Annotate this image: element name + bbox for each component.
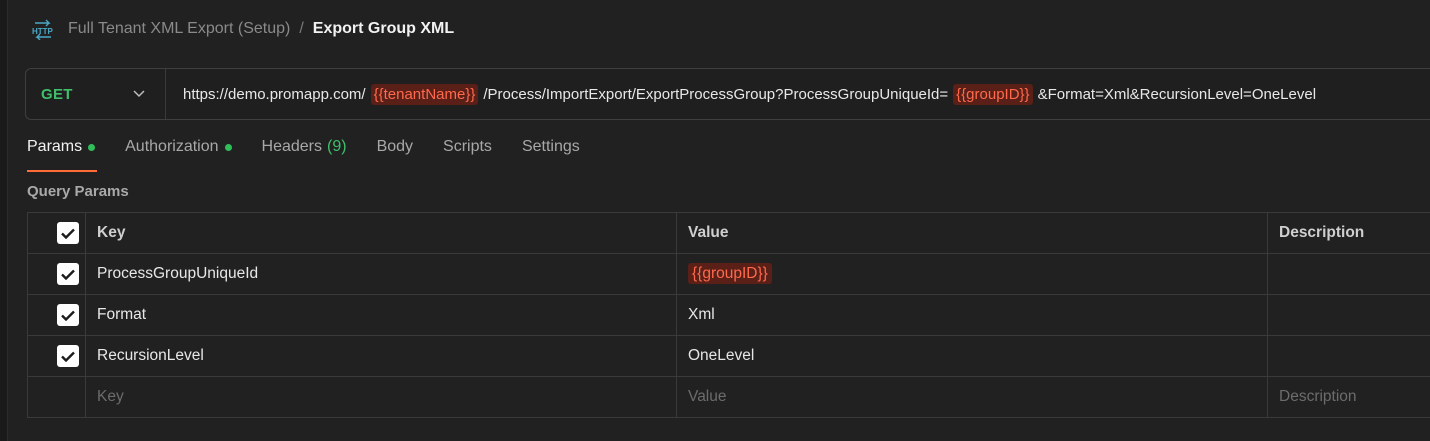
value-column-header: Value xyxy=(676,212,1268,254)
request-title[interactable]: Export Group XML xyxy=(313,20,454,38)
url-segment: &Format=Xml&RecursionLevel=OneLevel xyxy=(1037,85,1317,103)
tab-settings-label: Settings xyxy=(521,138,580,155)
http-icon: HTTP xyxy=(30,16,56,42)
checkmark-icon xyxy=(61,269,75,280)
url-bar: GET https://demo.promapp.com/ {{tenantNa… xyxy=(25,68,1430,120)
tab-headers-label: Headers xyxy=(261,138,322,155)
select-all-cell xyxy=(27,212,86,254)
method-select[interactable]: GET xyxy=(26,69,166,119)
param-key-cell[interactable]: Format xyxy=(85,294,677,336)
description-column-header: Description xyxy=(1267,212,1430,254)
tab-settings[interactable]: Settings xyxy=(522,138,580,172)
row-check-cell xyxy=(27,335,86,377)
param-value-cell[interactable]: {{groupID}} xyxy=(676,253,1268,295)
param-key: RecursionLevel xyxy=(97,347,204,364)
param-checkbox[interactable] xyxy=(57,345,79,367)
key-column-header: Key xyxy=(85,212,677,254)
table-row: RecursionLevel OneLevel xyxy=(27,335,1430,377)
param-value-cell[interactable]: OneLevel xyxy=(676,335,1268,377)
method-label: GET xyxy=(41,85,73,103)
url-variable-group-id[interactable]: {{groupID}} xyxy=(953,83,1033,105)
query-params-title: Query Params xyxy=(27,183,129,200)
param-checkbox[interactable] xyxy=(57,263,79,285)
param-description-cell[interactable] xyxy=(1267,335,1430,377)
tab-authorization[interactable]: Authorization xyxy=(125,138,232,172)
tab-scripts-label: Scripts xyxy=(443,138,492,155)
tab-scripts[interactable]: Scripts xyxy=(443,138,492,172)
param-description-cell[interactable] xyxy=(1267,253,1430,295)
url-input[interactable]: https://demo.promapp.com/ {{tenantName}}… xyxy=(166,83,1317,105)
breadcrumb-separator: / xyxy=(299,20,304,37)
tab-params[interactable]: Params xyxy=(27,138,98,172)
tab-authorization-label: Authorization xyxy=(125,138,219,155)
table-row-new: Key Value Description xyxy=(27,376,1430,418)
url-variable-tenant-name[interactable]: {{tenantName}} xyxy=(370,83,479,105)
new-key-input[interactable]: Key xyxy=(85,376,677,418)
tab-body-label: Body xyxy=(376,138,414,155)
new-description-input[interactable]: Description xyxy=(1267,376,1430,418)
authorization-active-dot xyxy=(224,144,232,151)
table-header-row: Key Value Description xyxy=(27,212,1430,254)
params-active-dot xyxy=(88,144,96,151)
query-params-table: Key Value Description ProcessGroupUnique… xyxy=(27,212,1430,418)
select-all-checkbox[interactable] xyxy=(57,222,79,244)
table-row: ProcessGroupUniqueId {{groupID}} xyxy=(27,253,1430,295)
param-description-cell[interactable] xyxy=(1267,294,1430,336)
tab-body[interactable]: Body xyxy=(377,138,413,172)
svg-text:HTTP: HTTP xyxy=(32,27,54,36)
param-key-cell[interactable]: RecursionLevel xyxy=(85,335,677,377)
param-key: ProcessGroupUniqueId xyxy=(97,265,259,282)
tab-params-label: Params xyxy=(27,138,83,155)
param-value: OneLevel xyxy=(688,347,755,364)
breadcrumb: HTTP Full Tenant XML Export (Setup) / Ex… xyxy=(30,14,454,44)
checkmark-icon xyxy=(61,310,75,321)
new-value-input[interactable]: Value xyxy=(676,376,1268,418)
table-row: Format Xml xyxy=(27,294,1430,336)
left-edge-panel xyxy=(0,0,8,441)
param-value-variable: {{groupID}} xyxy=(688,263,772,284)
headers-count: (9) xyxy=(327,138,347,155)
row-check-cell xyxy=(27,294,86,336)
breadcrumb-parent[interactable]: Full Tenant XML Export (Setup) xyxy=(68,20,290,38)
chevron-down-icon xyxy=(133,85,145,103)
tab-headers[interactable]: Headers (9) xyxy=(262,138,347,172)
checkmark-icon xyxy=(61,351,75,362)
url-segment: /Process/ImportExport/ExportProcessGroup… xyxy=(483,85,949,103)
param-key: Format xyxy=(97,306,147,323)
checkmark-icon xyxy=(61,228,75,239)
param-value-cell[interactable]: Xml xyxy=(676,294,1268,336)
row-check-cell xyxy=(27,253,86,295)
url-segment: https://demo.promapp.com/ xyxy=(183,85,366,103)
param-value: Xml xyxy=(688,306,715,323)
param-checkbox[interactable] xyxy=(57,304,79,326)
request-tabs: Params Authorization Headers (9) Body Sc… xyxy=(27,138,610,172)
row-check-cell xyxy=(27,376,86,418)
param-key-cell[interactable]: ProcessGroupUniqueId xyxy=(85,253,677,295)
